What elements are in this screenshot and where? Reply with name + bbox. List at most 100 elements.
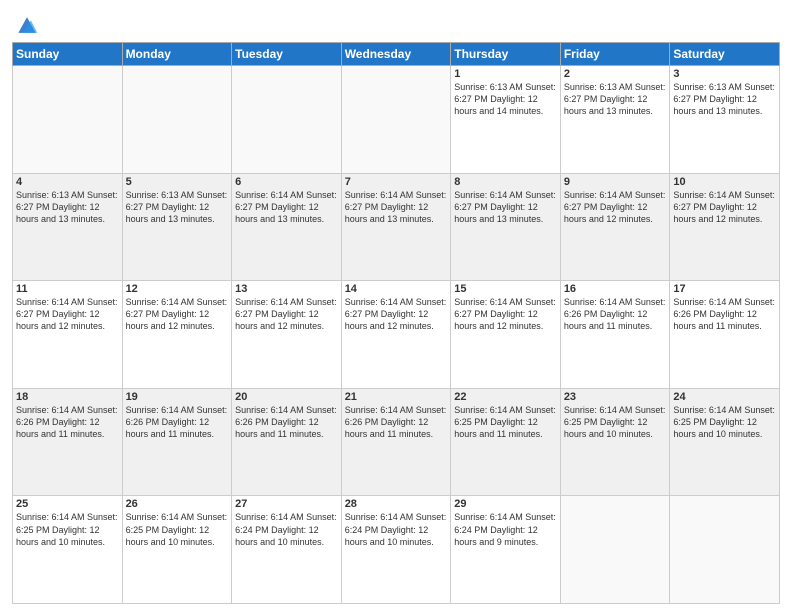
col-header-sunday: Sunday [13, 43, 123, 66]
day-number: 22 [454, 391, 557, 403]
page: SundayMondayTuesdayWednesdayThursdayFrid… [0, 0, 792, 612]
week-row-2: 4Sunrise: 6:13 AM Sunset: 6:27 PM Daylig… [13, 173, 780, 281]
day-info: Sunrise: 6:13 AM Sunset: 6:27 PM Dayligh… [673, 81, 776, 117]
calendar-cell: 8Sunrise: 6:14 AM Sunset: 6:27 PM Daylig… [451, 173, 561, 281]
day-info: Sunrise: 6:14 AM Sunset: 6:26 PM Dayligh… [126, 404, 229, 440]
calendar-cell [341, 66, 451, 174]
day-number: 17 [673, 283, 776, 295]
day-number: 8 [454, 176, 557, 188]
day-number: 19 [126, 391, 229, 403]
day-number: 28 [345, 498, 448, 510]
calendar-cell: 1Sunrise: 6:13 AM Sunset: 6:27 PM Daylig… [451, 66, 561, 174]
calendar-cell: 19Sunrise: 6:14 AM Sunset: 6:26 PM Dayli… [122, 388, 232, 496]
calendar-cell: 14Sunrise: 6:14 AM Sunset: 6:27 PM Dayli… [341, 281, 451, 389]
day-number: 23 [564, 391, 667, 403]
day-number: 9 [564, 176, 667, 188]
calendar-cell: 12Sunrise: 6:14 AM Sunset: 6:27 PM Dayli… [122, 281, 232, 389]
day-number: 11 [16, 283, 119, 295]
day-info: Sunrise: 6:14 AM Sunset: 6:27 PM Dayligh… [16, 296, 119, 332]
calendar-cell: 21Sunrise: 6:14 AM Sunset: 6:26 PM Dayli… [341, 388, 451, 496]
calendar-cell [232, 66, 342, 174]
day-number: 18 [16, 391, 119, 403]
day-info: Sunrise: 6:14 AM Sunset: 6:24 PM Dayligh… [454, 511, 557, 547]
day-number: 2 [564, 68, 667, 80]
day-number: 7 [345, 176, 448, 188]
calendar-cell: 4Sunrise: 6:13 AM Sunset: 6:27 PM Daylig… [13, 173, 123, 281]
week-row-4: 18Sunrise: 6:14 AM Sunset: 6:26 PM Dayli… [13, 388, 780, 496]
day-number: 5 [126, 176, 229, 188]
calendar-cell: 24Sunrise: 6:14 AM Sunset: 6:25 PM Dayli… [670, 388, 780, 496]
day-info: Sunrise: 6:13 AM Sunset: 6:27 PM Dayligh… [454, 81, 557, 117]
day-info: Sunrise: 6:14 AM Sunset: 6:25 PM Dayligh… [126, 511, 229, 547]
day-info: Sunrise: 6:14 AM Sunset: 6:27 PM Dayligh… [564, 189, 667, 225]
day-info: Sunrise: 6:14 AM Sunset: 6:26 PM Dayligh… [673, 296, 776, 332]
calendar-cell: 7Sunrise: 6:14 AM Sunset: 6:27 PM Daylig… [341, 173, 451, 281]
calendar-cell: 23Sunrise: 6:14 AM Sunset: 6:25 PM Dayli… [560, 388, 670, 496]
col-header-friday: Friday [560, 43, 670, 66]
day-info: Sunrise: 6:14 AM Sunset: 6:26 PM Dayligh… [564, 296, 667, 332]
day-info: Sunrise: 6:14 AM Sunset: 6:27 PM Dayligh… [454, 189, 557, 225]
day-number: 12 [126, 283, 229, 295]
week-row-3: 11Sunrise: 6:14 AM Sunset: 6:27 PM Dayli… [13, 281, 780, 389]
day-info: Sunrise: 6:14 AM Sunset: 6:26 PM Dayligh… [16, 404, 119, 440]
day-info: Sunrise: 6:14 AM Sunset: 6:24 PM Dayligh… [235, 511, 338, 547]
calendar-cell: 17Sunrise: 6:14 AM Sunset: 6:26 PM Dayli… [670, 281, 780, 389]
day-info: Sunrise: 6:14 AM Sunset: 6:26 PM Dayligh… [235, 404, 338, 440]
calendar-cell: 16Sunrise: 6:14 AM Sunset: 6:26 PM Dayli… [560, 281, 670, 389]
header-row: SundayMondayTuesdayWednesdayThursdayFrid… [13, 43, 780, 66]
day-info: Sunrise: 6:14 AM Sunset: 6:25 PM Dayligh… [673, 404, 776, 440]
day-info: Sunrise: 6:14 AM Sunset: 6:25 PM Dayligh… [454, 404, 557, 440]
day-number: 1 [454, 68, 557, 80]
day-number: 3 [673, 68, 776, 80]
calendar-cell: 5Sunrise: 6:13 AM Sunset: 6:27 PM Daylig… [122, 173, 232, 281]
col-header-monday: Monday [122, 43, 232, 66]
day-info: Sunrise: 6:14 AM Sunset: 6:27 PM Dayligh… [673, 189, 776, 225]
day-number: 25 [16, 498, 119, 510]
day-info: Sunrise: 6:13 AM Sunset: 6:27 PM Dayligh… [564, 81, 667, 117]
calendar-cell: 3Sunrise: 6:13 AM Sunset: 6:27 PM Daylig… [670, 66, 780, 174]
calendar-table: SundayMondayTuesdayWednesdayThursdayFrid… [12, 42, 780, 604]
day-info: Sunrise: 6:13 AM Sunset: 6:27 PM Dayligh… [126, 189, 229, 225]
day-number: 24 [673, 391, 776, 403]
calendar-cell [122, 66, 232, 174]
day-number: 10 [673, 176, 776, 188]
calendar-cell: 11Sunrise: 6:14 AM Sunset: 6:27 PM Dayli… [13, 281, 123, 389]
day-info: Sunrise: 6:13 AM Sunset: 6:27 PM Dayligh… [16, 189, 119, 225]
logo-icon [15, 14, 39, 36]
calendar-cell [560, 496, 670, 604]
day-number: 27 [235, 498, 338, 510]
day-info: Sunrise: 6:14 AM Sunset: 6:27 PM Dayligh… [235, 296, 338, 332]
day-number: 14 [345, 283, 448, 295]
calendar-cell: 28Sunrise: 6:14 AM Sunset: 6:24 PM Dayli… [341, 496, 451, 604]
calendar-cell: 6Sunrise: 6:14 AM Sunset: 6:27 PM Daylig… [232, 173, 342, 281]
calendar-cell: 26Sunrise: 6:14 AM Sunset: 6:25 PM Dayli… [122, 496, 232, 604]
week-row-5: 25Sunrise: 6:14 AM Sunset: 6:25 PM Dayli… [13, 496, 780, 604]
day-number: 16 [564, 283, 667, 295]
logo [12, 14, 39, 36]
day-number: 13 [235, 283, 338, 295]
calendar-cell [670, 496, 780, 604]
calendar-cell: 25Sunrise: 6:14 AM Sunset: 6:25 PM Dayli… [13, 496, 123, 604]
day-info: Sunrise: 6:14 AM Sunset: 6:25 PM Dayligh… [16, 511, 119, 547]
day-info: Sunrise: 6:14 AM Sunset: 6:24 PM Dayligh… [345, 511, 448, 547]
day-info: Sunrise: 6:14 AM Sunset: 6:27 PM Dayligh… [126, 296, 229, 332]
calendar-cell: 20Sunrise: 6:14 AM Sunset: 6:26 PM Dayli… [232, 388, 342, 496]
day-number: 29 [454, 498, 557, 510]
calendar-cell: 13Sunrise: 6:14 AM Sunset: 6:27 PM Dayli… [232, 281, 342, 389]
calendar-cell: 27Sunrise: 6:14 AM Sunset: 6:24 PM Dayli… [232, 496, 342, 604]
day-number: 6 [235, 176, 338, 188]
header [12, 10, 780, 36]
calendar-cell [13, 66, 123, 174]
calendar-cell: 10Sunrise: 6:14 AM Sunset: 6:27 PM Dayli… [670, 173, 780, 281]
calendar-cell: 2Sunrise: 6:13 AM Sunset: 6:27 PM Daylig… [560, 66, 670, 174]
day-number: 26 [126, 498, 229, 510]
day-number: 4 [16, 176, 119, 188]
day-info: Sunrise: 6:14 AM Sunset: 6:26 PM Dayligh… [345, 404, 448, 440]
calendar-cell: 29Sunrise: 6:14 AM Sunset: 6:24 PM Dayli… [451, 496, 561, 604]
day-info: Sunrise: 6:14 AM Sunset: 6:27 PM Dayligh… [345, 189, 448, 225]
calendar-cell: 9Sunrise: 6:14 AM Sunset: 6:27 PM Daylig… [560, 173, 670, 281]
week-row-1: 1Sunrise: 6:13 AM Sunset: 6:27 PM Daylig… [13, 66, 780, 174]
day-number: 21 [345, 391, 448, 403]
col-header-saturday: Saturday [670, 43, 780, 66]
col-header-thursday: Thursday [451, 43, 561, 66]
